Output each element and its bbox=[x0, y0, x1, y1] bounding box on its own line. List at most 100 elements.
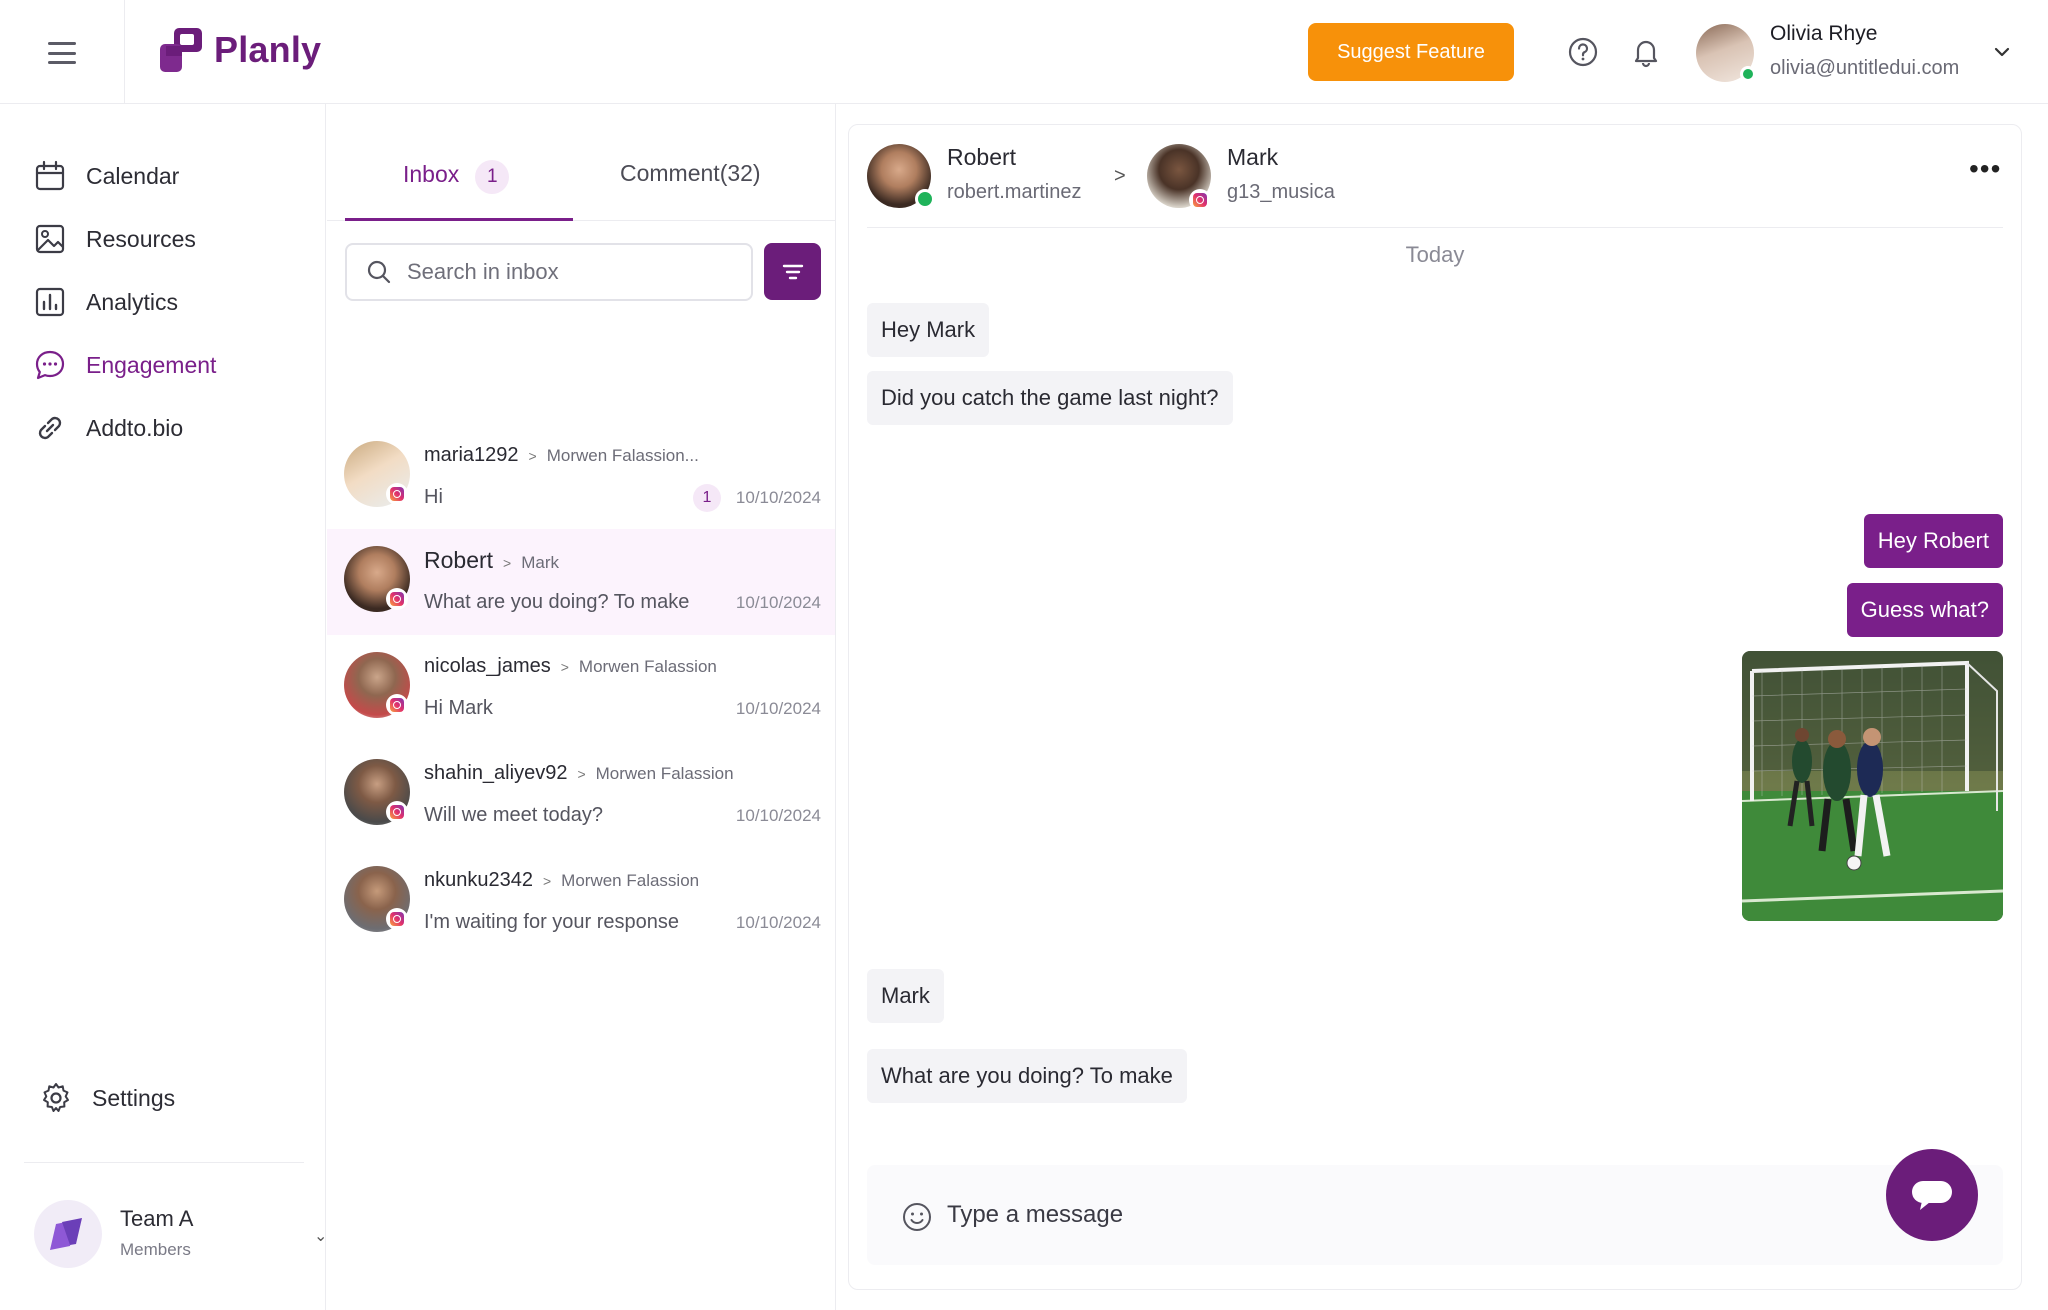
sidebar-item-settings[interactable]: Settings bbox=[38, 1080, 175, 1116]
search-box[interactable] bbox=[345, 243, 753, 301]
emoji-icon[interactable] bbox=[901, 1201, 933, 1233]
sidebar-item-resources[interactable]: Resources bbox=[32, 221, 196, 257]
shared-photo[interactable] bbox=[1742, 651, 2003, 921]
suggest-feature-button[interactable]: Suggest Feature bbox=[1308, 23, 1514, 81]
conversation-title: nicolas_james > Morwen Falassion bbox=[424, 655, 717, 678]
conversation-recipient: Mark bbox=[521, 553, 560, 572]
header-divider bbox=[867, 227, 2003, 228]
search-input[interactable] bbox=[407, 259, 727, 285]
tab-inbox[interactable]: Inbox 1 bbox=[403, 160, 510, 194]
chat-icon bbox=[1912, 1181, 1952, 1210]
message-composer bbox=[867, 1165, 2003, 1265]
sidebar-item-label: Resources bbox=[86, 225, 196, 252]
header-divider bbox=[124, 0, 125, 104]
sidebar-item-label: Engagement bbox=[86, 351, 217, 378]
outgoing-message: Guess what? bbox=[1846, 583, 2003, 637]
chevron-right-icon: > bbox=[1114, 165, 1126, 187]
gear-icon bbox=[43, 1083, 69, 1112]
sidebar-item-label: Calendar bbox=[86, 162, 180, 189]
chat-panel: Robert robert.martinez > Mark g13_musica… bbox=[848, 124, 2022, 1290]
message-input[interactable] bbox=[947, 1195, 1847, 1235]
user-email: olivia@untitledui.com bbox=[1770, 57, 1960, 79]
list-item[interactable]: nkunku2342 > Morwen Falassion I'm waiting … bbox=[327, 849, 835, 955]
chat-bubble-icon bbox=[35, 350, 65, 380]
unread-badge: 1 bbox=[475, 160, 510, 194]
help-icon[interactable] bbox=[1565, 34, 1601, 70]
chat-header: Robert robert.martinez > Mark g13_musica… bbox=[849, 125, 2021, 227]
more-options-icon[interactable]: ••• bbox=[1969, 153, 2001, 185]
sidebar-item-analytics[interactable]: Analytics bbox=[32, 284, 178, 320]
sidebar-item-label: Addto.bio bbox=[86, 414, 184, 441]
bar-chart-icon bbox=[35, 287, 65, 317]
conversation-recipient: Morwen Falassion bbox=[578, 657, 717, 676]
conversation-preview: What are you doing? To make bbox=[424, 591, 690, 613]
filter-icon bbox=[782, 264, 803, 279]
conversation-title: shahin_aliyev92 > Morwen Falassion bbox=[424, 762, 734, 785]
chevron-right-icon: > bbox=[577, 766, 586, 782]
list-item[interactable]: shahin_aliyev92 > Morwen Falassion Will we… bbox=[327, 742, 835, 848]
image-icon bbox=[35, 224, 65, 254]
tab-inbox-label: Inbox bbox=[403, 161, 460, 187]
list-item[interactable]: maria1292 > Morwen Falassion... Hi 1 10/10… bbox=[327, 424, 835, 530]
conversation-title: maria1292 > Morwen Falassion... bbox=[424, 444, 699, 467]
sidebar-divider bbox=[24, 1162, 304, 1163]
conversation-date: 10/10/2024 bbox=[735, 913, 821, 932]
online-status-dot bbox=[1740, 66, 1756, 82]
unread-badge: 1 bbox=[693, 484, 721, 512]
conversation-preview: Hi Mark bbox=[424, 697, 493, 719]
incoming-message: What are you doing? To make bbox=[867, 1049, 1187, 1103]
sidebar-item-engagement[interactable]: Engagement bbox=[32, 347, 216, 383]
chevron-right-icon: > bbox=[542, 873, 552, 889]
incoming-message: Did you catch the game last night? bbox=[867, 371, 1233, 425]
chevron-down-icon[interactable]: ⌄ bbox=[314, 1226, 327, 1246]
date-separator: Today bbox=[1405, 242, 1465, 267]
conversation-title: Robert > Mark bbox=[424, 547, 559, 574]
list-item[interactable]: nicolas_james > Morwen Falassion Hi Mark 1… bbox=[327, 635, 835, 741]
team-sub: Members bbox=[120, 1240, 191, 1259]
active-tab-indicator bbox=[345, 218, 573, 221]
outgoing-message: Hey Robert bbox=[1863, 514, 2003, 568]
chat-support-button[interactable] bbox=[1886, 1149, 1978, 1241]
team-logo-icon bbox=[50, 1218, 82, 1250]
team-switcher[interactable]: Team A Members ⌄ bbox=[32, 1196, 327, 1276]
conversation-recipient: Morwen Falassion bbox=[561, 871, 700, 890]
sidebar-item-addto-bio[interactable]: Addto.bio bbox=[32, 410, 183, 446]
menu-icon[interactable] bbox=[40, 36, 84, 70]
chat-recipient-handle: g13_musica bbox=[1227, 181, 1335, 203]
filter-button[interactable] bbox=[764, 243, 821, 300]
conversation-date: 10/10/2024 bbox=[735, 593, 821, 612]
instagram-icon bbox=[386, 694, 408, 716]
conversation-recipient: Morwen Falassion... bbox=[546, 446, 699, 465]
list-item[interactable]: Robert > Mark What are you doing? To make … bbox=[327, 529, 835, 635]
incoming-message: Mark bbox=[867, 969, 944, 1023]
incoming-message: Hey Mark bbox=[867, 303, 990, 357]
chevron-right-icon: > bbox=[528, 448, 537, 464]
logo[interactable]: Planly bbox=[158, 26, 321, 74]
sidebar-item-label: Analytics bbox=[86, 288, 179, 315]
conversation-date: 10/10/2024 bbox=[735, 488, 821, 507]
team-name: Team A bbox=[120, 1206, 194, 1231]
conversation-sender: nkunku2342 bbox=[424, 869, 533, 891]
tab-comment[interactable]: Comment(32) bbox=[620, 160, 761, 187]
user-name: Olivia Rhye bbox=[1770, 22, 1878, 45]
link-icon bbox=[38, 416, 62, 440]
chevron-down-icon[interactable] bbox=[1990, 40, 2014, 64]
chat-sender-handle: robert.martinez bbox=[947, 181, 1082, 203]
calendar-icon bbox=[35, 160, 65, 191]
conversation-preview: I'm waiting for your response bbox=[424, 911, 680, 933]
search-icon bbox=[367, 260, 391, 284]
logo-text: Planly bbox=[214, 29, 322, 70]
top-bar: Planly Suggest Feature Olivia Rhye olivi… bbox=[0, 0, 2048, 104]
online-status-dot bbox=[915, 189, 935, 209]
sidebar-item-calendar[interactable]: Calendar bbox=[32, 158, 179, 194]
instagram-icon bbox=[386, 588, 408, 610]
bell-icon[interactable] bbox=[1628, 34, 1664, 70]
user-avatar[interactable] bbox=[1696, 24, 1756, 82]
inbox-panel: Inbox 1 Comment(32) maria1292 > Morwen Fala… bbox=[327, 104, 836, 1310]
conversation-sender: Robert bbox=[424, 547, 494, 573]
instagram-icon bbox=[386, 801, 408, 823]
chevron-right-icon: > bbox=[560, 659, 569, 675]
instagram-icon bbox=[1189, 189, 1211, 211]
sidebar: Calendar Resources Analytics Engagement … bbox=[0, 104, 327, 1310]
conversation-sender: maria1292 bbox=[424, 444, 519, 466]
